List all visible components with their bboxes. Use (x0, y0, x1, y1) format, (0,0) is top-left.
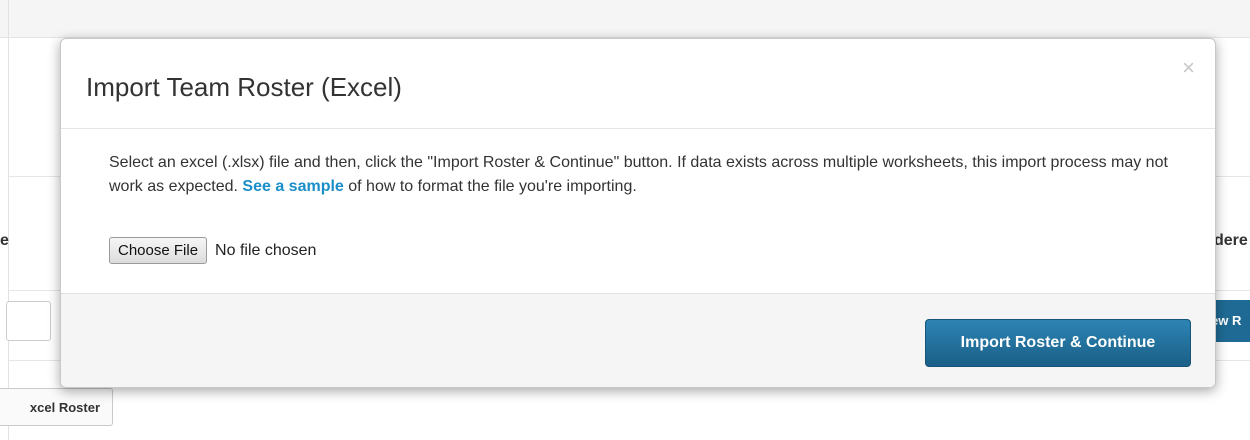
file-input: Choose File No file chosen (109, 237, 316, 264)
modal-footer: Import Roster & Continue (61, 293, 1215, 387)
page-top-bar (0, 0, 1250, 38)
import-roster-continue-button[interactable]: Import Roster & Continue (925, 319, 1191, 367)
column-header-partial: e (0, 232, 9, 249)
modal-title: Import Team Roster (Excel) (86, 72, 402, 102)
import-instructions: Select an excel (.xlsx) file and then, c… (109, 151, 1189, 199)
modal-header: Import Team Roster (Excel) × (61, 39, 1215, 129)
instructions-text-end: of how to format the file you're importi… (343, 178, 637, 195)
excel-roster-button[interactable]: xcel Roster (0, 388, 113, 426)
column-header-partial-right: dere (1214, 232, 1248, 249)
page-left-border (8, 0, 9, 440)
see-sample-link[interactable]: See a sample (242, 178, 343, 195)
choose-file-button[interactable]: Choose File (109, 237, 208, 264)
file-status-text: No file chosen (215, 241, 317, 259)
background-input[interactable] (6, 301, 51, 341)
import-roster-modal: Import Team Roster (Excel) × Select an e… (60, 38, 1216, 388)
close-icon[interactable]: × (1182, 57, 1195, 79)
modal-body: Select an excel (.xlsx) file and then, c… (61, 129, 1215, 293)
